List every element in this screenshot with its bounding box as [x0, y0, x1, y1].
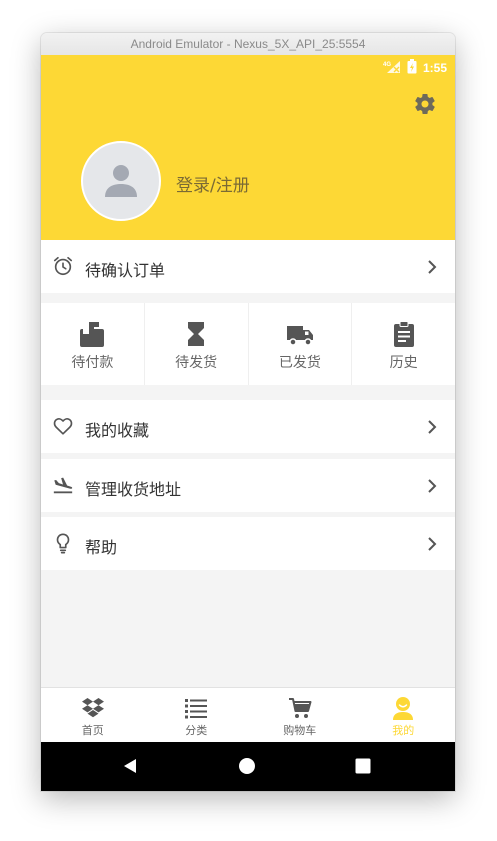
tab-categories[interactable]: 分类: [145, 688, 249, 743]
network-label: 4G: [383, 62, 391, 68]
tab-label: 购物车: [283, 724, 317, 737]
emulator-window: Android Emulator - Nexus_5X_API_25:5554 …: [41, 33, 455, 791]
chevron-right-icon: [428, 537, 437, 551]
battery-icon: [407, 59, 417, 77]
pending-orders-row[interactable]: 待确认订单: [41, 240, 455, 293]
order-status-label: 待发货: [175, 355, 218, 371]
help-row[interactable]: 帮助: [41, 517, 455, 570]
heart-icon: [53, 418, 73, 435]
profile-header: 4G 1:55 登录/注册: [41, 55, 455, 240]
order-status-shipped[interactable]: 已发货: [249, 303, 353, 385]
status-time: 1:55: [422, 61, 447, 75]
lightbulb-icon: [56, 533, 70, 554]
chevron-right-icon: [428, 420, 437, 434]
order-status-grid: 待付款 待发货 已发货 历史: [41, 303, 455, 385]
tab-label: 分类: [185, 724, 208, 737]
tab-home[interactable]: 首页: [41, 688, 145, 743]
chevron-right-icon: [428, 479, 437, 493]
alarm-clock-icon: [53, 256, 73, 276]
dropbox-icon: [81, 698, 104, 718]
order-status-unshipped[interactable]: 待发货: [145, 303, 249, 385]
wallet-icon: [80, 322, 105, 347]
order-status-label: 已发货: [278, 355, 321, 371]
cart-icon: [288, 698, 312, 718]
user-icon: [393, 697, 414, 720]
back-icon[interactable]: [121, 757, 139, 775]
favorites-label: 我的收藏: [85, 421, 150, 440]
truck-icon: [286, 326, 313, 346]
settings-button[interactable]: [413, 92, 437, 116]
chevron-right-icon: [428, 260, 437, 274]
help-label: 帮助: [85, 538, 118, 557]
order-status-label: 待付款: [71, 355, 114, 371]
signal-icon: 4G: [383, 60, 401, 77]
order-status-unpaid[interactable]: 待付款: [41, 303, 145, 385]
clipboard-icon: [393, 321, 414, 347]
list-icon: [185, 699, 208, 719]
pending-orders-label: 待确认订单: [85, 261, 166, 280]
tab-cart[interactable]: 购物车: [248, 688, 352, 743]
bottom-tab-bar: 首页 分类 购物车 我的: [41, 687, 455, 743]
order-status-history[interactable]: 历史: [352, 303, 455, 385]
status-bar: 4G 1:55: [383, 59, 447, 77]
system-nav-bar: [41, 742, 455, 791]
home-icon[interactable]: [238, 757, 256, 775]
login-register-link[interactable]: 登录/注册: [176, 171, 250, 196]
avatar[interactable]: [81, 141, 161, 221]
recents-icon[interactable]: [355, 758, 371, 774]
address-label: 管理收货地址: [85, 480, 182, 499]
window-title: Android Emulator - Nexus_5X_API_25:5554: [41, 33, 455, 56]
flight-land-icon: [53, 477, 73, 494]
tab-label: 我的: [392, 724, 415, 737]
gear-icon: [415, 94, 435, 115]
hourglass-icon: [188, 322, 205, 346]
favorites-row[interactable]: 我的收藏: [41, 400, 455, 453]
tab-profile[interactable]: 我的: [352, 688, 456, 743]
order-status-label: 历史: [389, 355, 418, 371]
person-icon: [105, 165, 137, 197]
tab-label: 首页: [81, 724, 104, 737]
address-row[interactable]: 管理收货地址: [41, 459, 455, 512]
